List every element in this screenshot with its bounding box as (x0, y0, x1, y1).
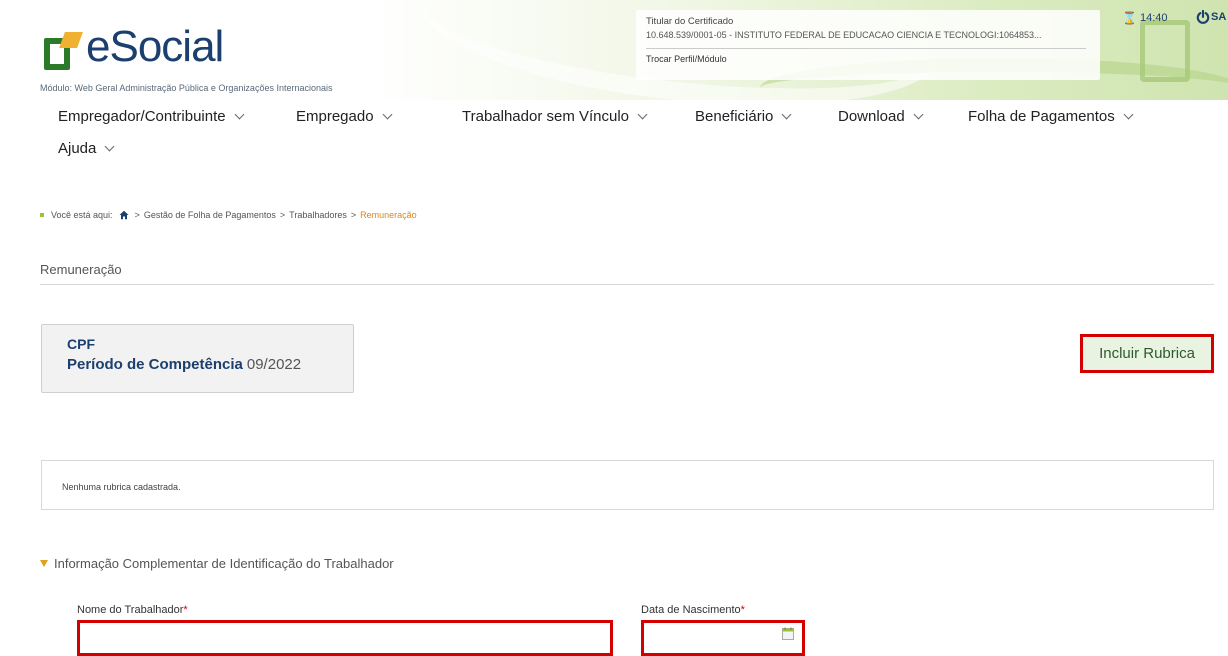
menu-empregado[interactable]: Empregado (296, 108, 393, 125)
chevron-down-icon (104, 141, 115, 152)
rubricas-panel: Nenhuma rubrica cadastrada. (41, 460, 1214, 510)
required-mark: * (740, 604, 745, 616)
chevron-down-icon (781, 109, 792, 120)
menu-beneficiario[interactable]: Beneficiário (695, 108, 792, 125)
birth-label-text: Data de Nascimento (641, 604, 741, 616)
breadcrumb-item[interactable]: Trabalhadores (289, 210, 347, 220)
breadcrumb-prefix: Você está aqui: (51, 210, 113, 220)
caret-down-icon (40, 560, 48, 567)
logo-text: eSocial (86, 22, 224, 71)
breadcrumb-separator: > (134, 210, 140, 220)
home-icon[interactable] (119, 210, 129, 220)
menu-ajuda[interactable]: Ajuda (58, 140, 115, 157)
module-name: Módulo: Web Geral Administração Pública … (40, 83, 333, 93)
empty-message: Nenhuma rubrica cadastrada. (62, 482, 181, 492)
title-divider (40, 284, 1214, 285)
header-decoration (1140, 20, 1190, 82)
calendar-icon[interactable] (782, 627, 794, 640)
breadcrumb-current: Remuneração (360, 210, 417, 220)
section-title: Informação Complementar de Identificação… (54, 556, 394, 571)
name-field-label: Nome do Trabalhador* (77, 604, 188, 616)
breadcrumb-item[interactable]: Gestão de Folha de Pagamentos (144, 210, 276, 220)
chevron-down-icon (234, 109, 245, 120)
period-row: Período de Competência 09/2022 (67, 356, 353, 373)
breadcrumb-separator: > (279, 210, 286, 220)
worker-summary-card: CPF Período de Competência 09/2022 (41, 324, 354, 393)
session-timer: ⌛ 14:40 (1122, 11, 1167, 25)
name-input[interactable] (80, 623, 610, 653)
incluir-rubrica-button[interactable]: Incluir Rubrica (1080, 334, 1214, 373)
hourglass-icon: ⌛ (1122, 11, 1137, 25)
logout-button[interactable]: SA (1196, 10, 1226, 24)
menu-folha-de-pagamentos[interactable]: Folha de Pagamentos (968, 108, 1134, 125)
breadcrumb: Você está aqui: > Gestão de Folha de Pag… (40, 210, 417, 220)
menu-empregador[interactable]: Empregador/Contribuinte (58, 108, 245, 125)
menu-trabalhador-sem-vinculo[interactable]: Trabalhador sem Vínculo (462, 108, 648, 125)
section-toggle[interactable]: Informação Complementar de Identificação… (40, 556, 394, 571)
menu-download[interactable]: Download (838, 108, 924, 125)
period-label: Período de Competência (67, 356, 243, 373)
menu-label: Download (838, 108, 905, 125)
esocial-logo-icon (40, 32, 83, 74)
user-short: SA (1211, 11, 1227, 23)
header-banner: eSocial Módulo: Web Geral Administração … (0, 0, 1228, 100)
menu-label: Trabalhador sem Vínculo (462, 108, 630, 125)
name-input-wrapper (77, 620, 613, 656)
menu-label: Empregador/Contribuinte (58, 108, 226, 125)
birth-field-label: Data de Nascimento* (641, 604, 745, 616)
menu-label: Ajuda (58, 140, 97, 157)
esocial-logo[interactable]: eSocial (40, 22, 240, 78)
certificate-value: 10.648.539/0001-05 - INSTITUTO FEDERAL D… (646, 30, 1042, 40)
menu-label: Folha de Pagamentos (968, 108, 1115, 125)
breadcrumb-separator: > (350, 210, 357, 220)
chevron-down-icon (637, 109, 648, 120)
name-label-text: Nome do Trabalhador (77, 604, 184, 616)
certificate-title: Titular do Certificado (646, 16, 734, 27)
birth-input-wrapper (641, 620, 805, 656)
menu-label: Empregado (296, 108, 374, 125)
chevron-down-icon (1123, 109, 1134, 120)
cpf-label: CPF (67, 336, 95, 352)
session-time: 14:40 (1139, 12, 1168, 24)
chevron-down-icon (382, 109, 393, 120)
menu-label: Beneficiário (695, 108, 774, 125)
required-mark: * (183, 604, 188, 616)
certificate-divider (646, 48, 1086, 49)
page-title: Remuneração (40, 262, 122, 277)
bullet-icon (40, 213, 44, 217)
period-value: 09/2022 (246, 356, 302, 373)
switch-profile-link[interactable]: Trocar Perfil/Módulo (646, 54, 1090, 64)
power-icon (1196, 10, 1210, 24)
chevron-down-icon (913, 109, 924, 120)
certificate-box: Titular do Certificado 10.648.539/0001-0… (636, 10, 1100, 80)
birth-date-input[interactable] (644, 623, 802, 653)
